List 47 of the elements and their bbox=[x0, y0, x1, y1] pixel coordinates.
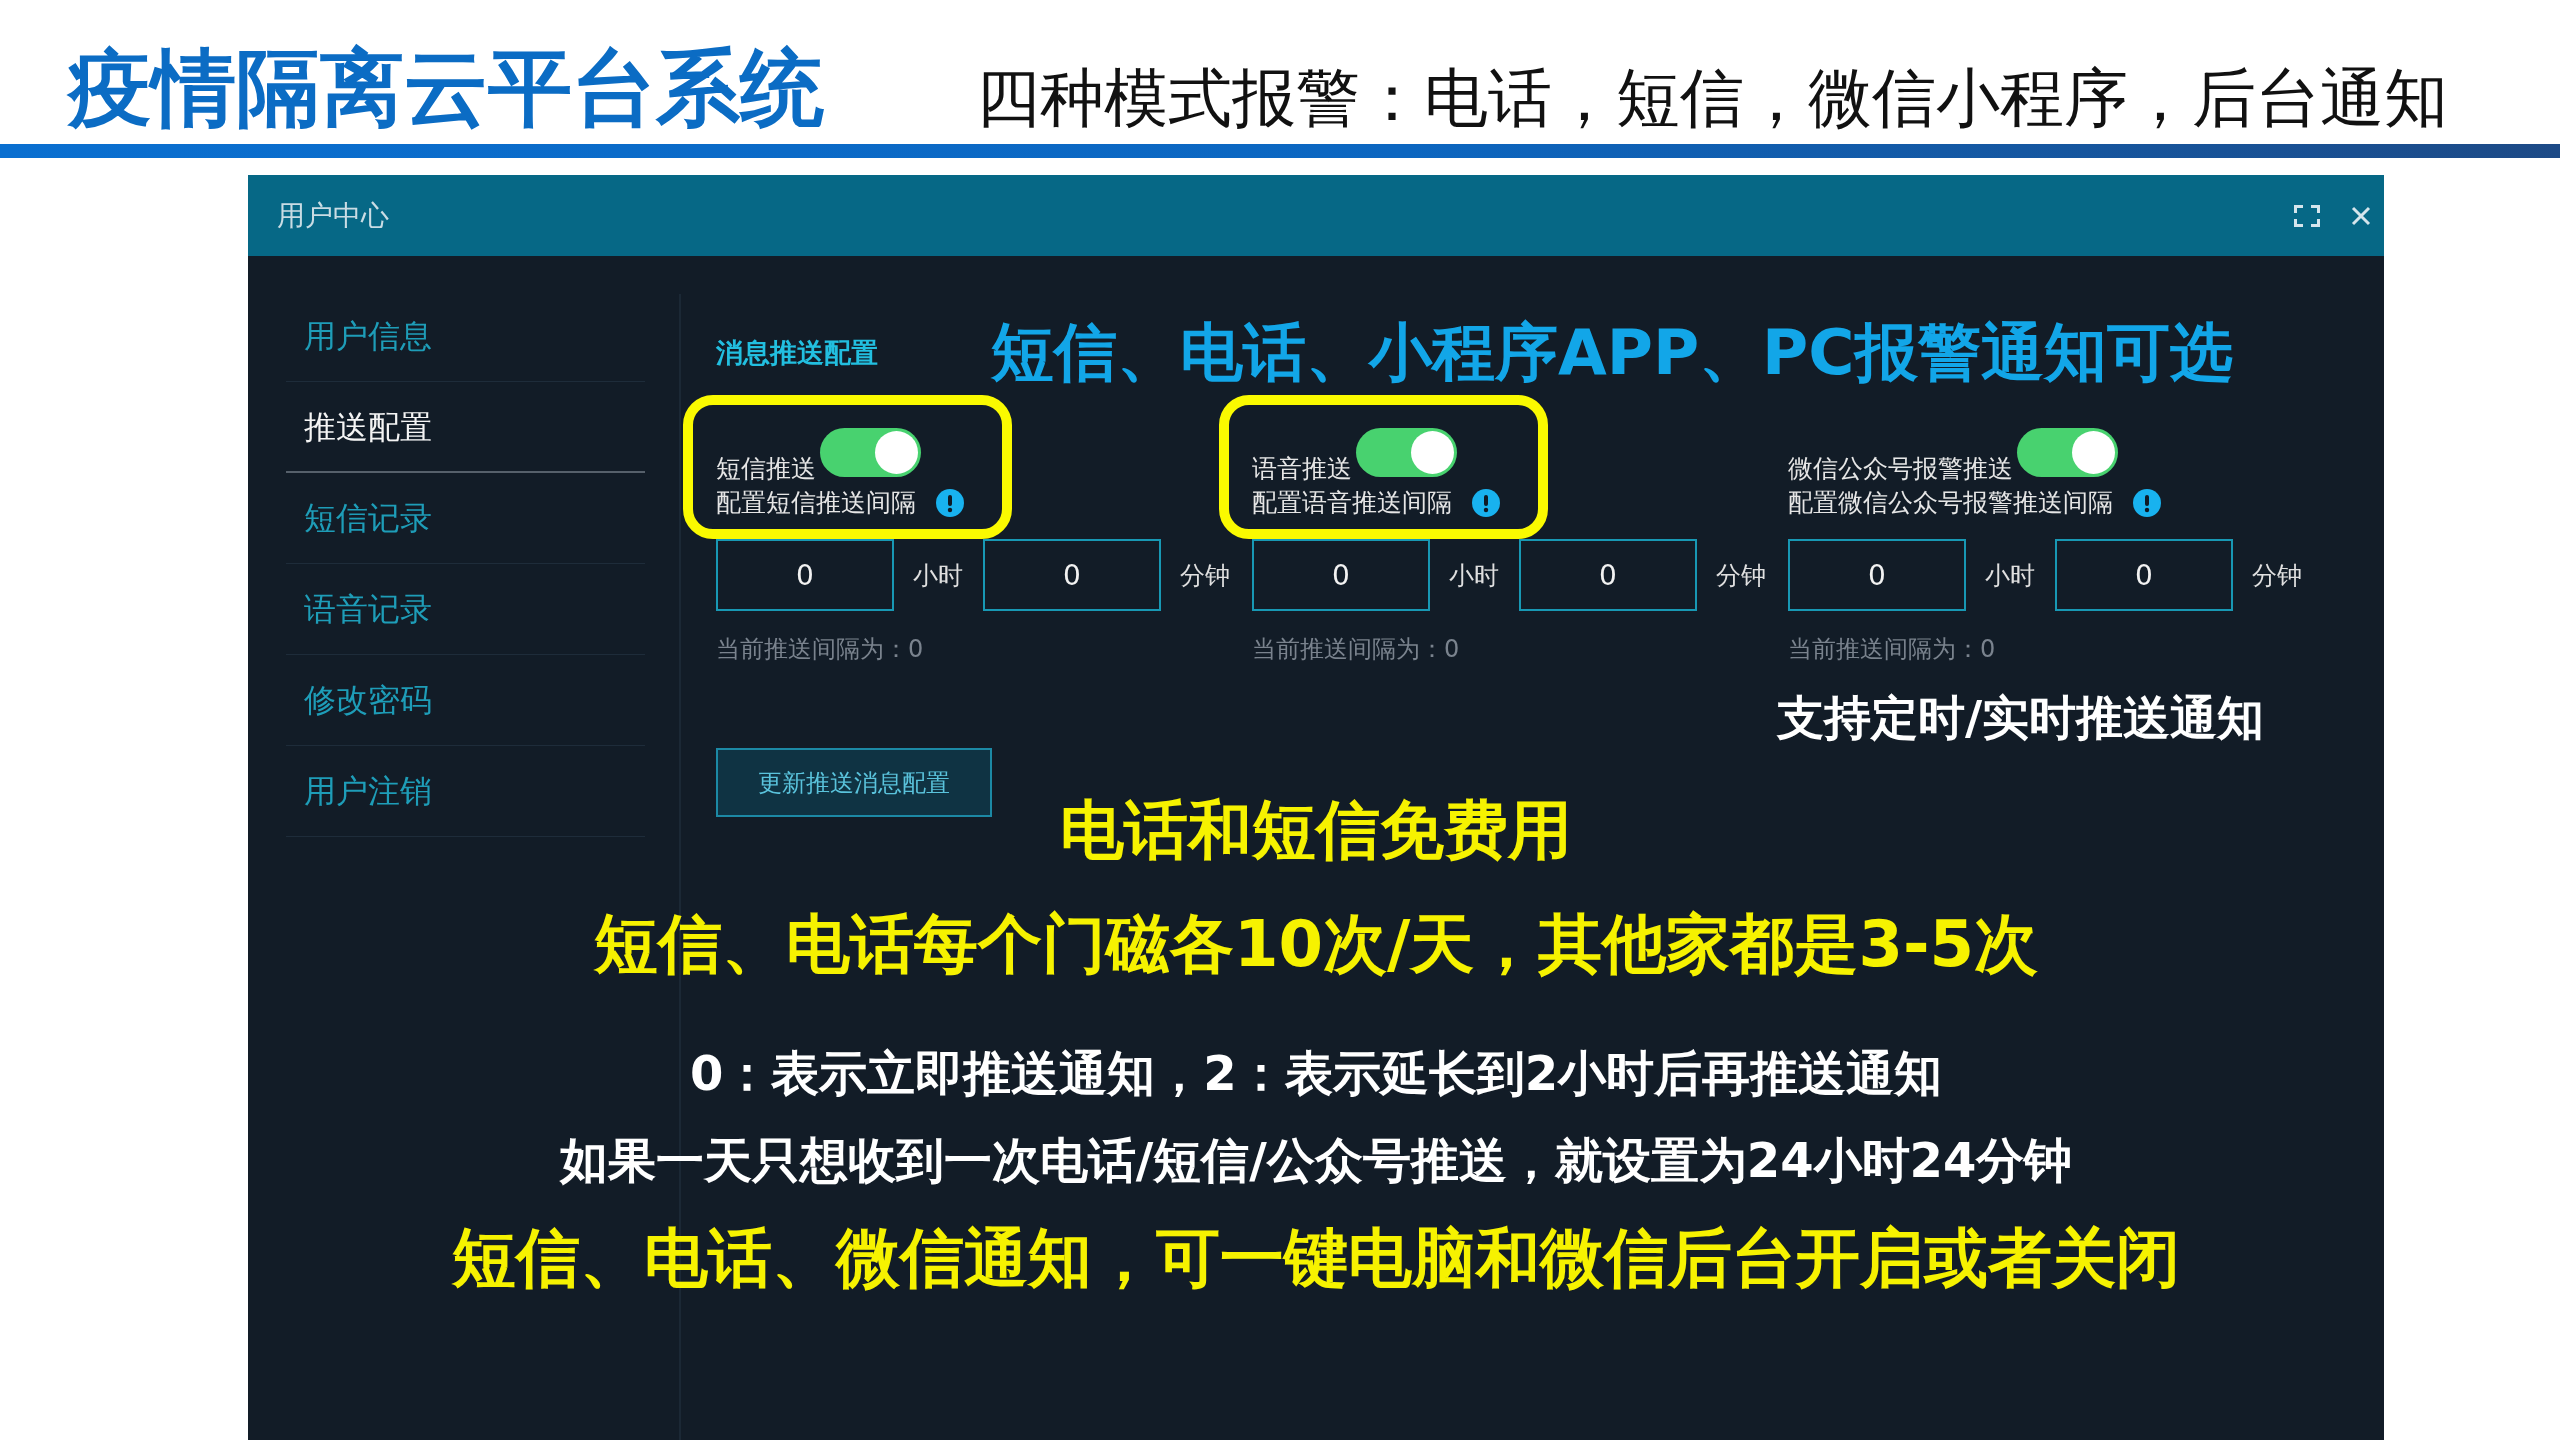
unit-label: 分钟 bbox=[2252, 559, 2302, 592]
interval-label: 配置短信推送间隔 bbox=[716, 488, 916, 518]
window-title: 用户中心 bbox=[277, 201, 389, 230]
callout-text: 短信、电话、小程序APP、PC报警通知可选 bbox=[991, 317, 2233, 389]
unit-label: 小时 bbox=[1449, 559, 1499, 592]
hours-field[interactable]: 0 bbox=[1788, 539, 1966, 611]
sidebar-item[interactable]: 语音记录 bbox=[286, 564, 645, 655]
unit-label: 小时 bbox=[1985, 559, 2035, 592]
exclamation-icon bbox=[1472, 489, 1500, 517]
toggle-label: 语音推送 bbox=[1252, 454, 1352, 484]
annotation-text: 电话和短信免费用 bbox=[1060, 792, 1572, 869]
exclamation-icon bbox=[936, 489, 964, 517]
section-heading: 消息推送配置 bbox=[716, 336, 878, 370]
annotation-text: 短信、电话、微信通知，可一键电脑和微信后台开启或者关闭 bbox=[452, 1219, 2180, 1297]
exclamation-icon bbox=[2133, 489, 2161, 517]
fullscreen-icon[interactable] bbox=[2294, 204, 2320, 227]
annotation-text: 支持定时/实时推送通知 bbox=[1777, 690, 2265, 746]
interval-label: 配置微信公众号报警推送间隔 bbox=[1788, 488, 2113, 518]
current-interval-text: 当前推送间隔为：0 bbox=[716, 635, 924, 663]
current-interval-text: 当前推送间隔为：0 bbox=[1252, 635, 1460, 663]
slide-title: 疫情隔离云平台系统 bbox=[68, 46, 824, 130]
toggle-label: 短信推送 bbox=[716, 454, 816, 484]
minutes-field[interactable]: 0 bbox=[983, 539, 1161, 611]
hours-field[interactable]: 0 bbox=[1252, 539, 1430, 611]
close-icon[interactable] bbox=[2351, 205, 2371, 226]
annotation-text: 如果一天只想收到一次电话/短信/公众号推送，就设置为24小时24分钟 bbox=[559, 1132, 2073, 1190]
annotation-text: 短信、电话每个门磁各10次/天，其他家都是3-5次 bbox=[593, 905, 2039, 983]
sidebar-item[interactable]: 短信记录 bbox=[286, 473, 645, 564]
toggle-switch[interactable] bbox=[1356, 428, 1457, 477]
unit-label: 小时 bbox=[913, 559, 963, 592]
annotation-text: 0：表示立即推送通知，2：表示延长到2小时后再推送通知 bbox=[689, 1044, 1943, 1103]
sidebar-item[interactable]: 用户信息 bbox=[286, 291, 645, 382]
sidebar-item[interactable]: 修改密码 bbox=[286, 655, 645, 746]
toggle-label: 微信公众号报警推送 bbox=[1788, 454, 2013, 484]
toggle-switch[interactable] bbox=[820, 428, 921, 477]
sidebar-item[interactable]: 推送配置 bbox=[286, 382, 645, 473]
current-interval-text: 当前推送间隔为：0 bbox=[1788, 635, 1996, 663]
hours-field[interactable]: 0 bbox=[716, 539, 894, 611]
minutes-field[interactable]: 0 bbox=[1519, 539, 1697, 611]
minutes-field[interactable]: 0 bbox=[2055, 539, 2233, 611]
unit-label: 分钟 bbox=[1716, 559, 1766, 592]
toggle-switch[interactable] bbox=[2017, 428, 2118, 477]
update-button[interactable]: 更新推送消息配置 bbox=[716, 748, 992, 817]
interval-label: 配置语音推送间隔 bbox=[1252, 488, 1452, 518]
unit-label: 分钟 bbox=[1180, 559, 1230, 592]
slide-subtitle: 四种模式报警：电话，短信，微信小程序，后台通知 bbox=[976, 66, 2448, 130]
sidebar-item[interactable]: 用户注销 bbox=[286, 746, 645, 837]
